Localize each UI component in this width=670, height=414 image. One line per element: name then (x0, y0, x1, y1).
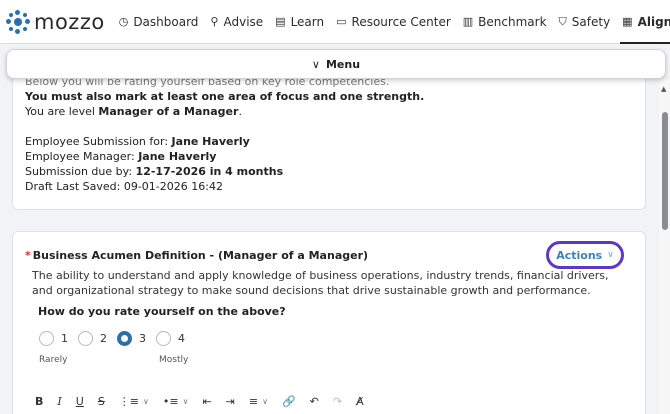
manager-label: Employee Manager: (25, 150, 139, 163)
level-text: You are level Manager of a Manager. (25, 104, 633, 119)
align-icon: ≡ (248, 394, 259, 408)
competency-question-card: * Business Acumen Definition - (Manager o… (12, 231, 646, 414)
nav-item-align[interactable]: ▦ Align (616, 0, 670, 44)
question-title-text: Business Acumen Definition - (Manager of… (32, 249, 369, 262)
actions-button[interactable]: Actions ∨ (546, 241, 624, 269)
question-title: * Business Acumen Definition - (Manager o… (25, 249, 368, 262)
nav-item-label: Advise (223, 14, 264, 29)
radio-circle-selected[interactable] (117, 331, 132, 346)
rating-option-4[interactable]: 4 (156, 331, 185, 346)
scrollbar-thumb[interactable] (662, 112, 668, 230)
nav-item-label: Resource Center (351, 14, 451, 29)
nav-item-dashboard[interactable]: ◷ Dashboard (113, 0, 205, 44)
logo-mark-icon (6, 9, 30, 34)
nav-item-advise[interactable]: ⚲ Advise (204, 0, 269, 44)
nav-item-label: Align (637, 14, 670, 29)
rating-prompt: How do you rate yourself on the above? (38, 305, 286, 318)
bullet-list-button[interactable]: •≡ ∨ (163, 395, 189, 408)
top-navigation: mozzo ◷ Dashboard ⚲ Advise ▤ Learn ▭ Res… (0, 0, 670, 44)
level-value: Manager of a Manager (98, 105, 239, 118)
employee-manager: Employee Manager: Jane Haverly (25, 149, 633, 164)
chevron-down-icon: ∨ (607, 250, 614, 260)
rating-option-label: 4 (178, 332, 185, 345)
submission-info-card: Below you will be rating yourself based … (12, 62, 646, 210)
submission-for: Employee Submission for: Jane Haverly (25, 134, 633, 149)
mozzo-logo[interactable]: mozzo (6, 9, 105, 34)
nav-item-label: Learn (290, 14, 325, 29)
draft-saved-text: Draft Last Saved: 09-01-2026 16:42 (25, 180, 223, 193)
required-marker: * (25, 249, 31, 262)
menu-toggle-button[interactable]: ∨ Menu (6, 49, 666, 79)
nav-item-benchmark[interactable]: ▥ Benchmark (457, 0, 553, 44)
learn-icon: ▤ (275, 15, 286, 28)
level-suffix: . (238, 105, 242, 118)
safety-icon: ⛉ (558, 14, 567, 28)
manager-value: Jane Haverly (138, 150, 217, 163)
scale-high-label: Mostly (159, 355, 189, 365)
due-label: Submission due by: (25, 165, 136, 178)
radio-circle[interactable] (156, 331, 171, 346)
numbered-list-button[interactable]: ⋮≡ ∨ (119, 395, 149, 408)
requirement-text: You must also mark at least one area of … (25, 90, 425, 103)
brand-name: mozzo (34, 9, 105, 34)
radio-circle[interactable] (39, 331, 54, 346)
nav-item-label: Benchmark (478, 14, 547, 29)
undo-button[interactable]: ↶ (310, 395, 319, 408)
actions-label: Actions (556, 248, 603, 262)
radio-circle[interactable] (78, 331, 93, 346)
nav-items: ◷ Dashboard ⚲ Advise ▤ Learn ▭ Resource … (113, 0, 670, 44)
due-value: 12-17-2026 in 4 months (135, 165, 284, 178)
align-button[interactable]: ≡ ∨ (249, 395, 268, 408)
nav-item-learn[interactable]: ▤ Learn (269, 0, 330, 44)
advise-icon: ⚲ (210, 15, 219, 28)
dashboard-icon: ◷ (118, 15, 129, 28)
chevron-down-icon: ∨ (311, 57, 320, 71)
editor-toolbar: B I U S ⋮≡ ∨ •≡ ∨ ⇤ ⇥ ≡ ∨ 🔗 ↶ ↷ A̸ (35, 393, 378, 409)
italic-button[interactable]: I (57, 395, 61, 408)
rating-option-label: 2 (100, 332, 107, 345)
nav-item-resource-center[interactable]: ▭ Resource Center (330, 0, 457, 44)
chevron-down-icon: ∨ (262, 396, 268, 406)
strikethrough-button[interactable]: S (98, 395, 105, 408)
rating-option-3[interactable]: 3 (117, 331, 146, 346)
submission-for-value: Jane Haverly (171, 135, 250, 148)
scroll-up-icon[interactable]: ▲ (661, 85, 666, 93)
nav-item-safety[interactable]: ⛉ Safety (553, 0, 617, 44)
level-label: You are level (25, 105, 99, 118)
nav-item-label: Safety (571, 14, 611, 29)
menu-label: Menu (325, 57, 361, 71)
underline-button[interactable]: U (76, 395, 84, 408)
clear-format-button[interactable]: A̸ (356, 395, 364, 408)
benchmark-icon: ▥ (462, 15, 474, 28)
redo-button[interactable]: ↷ (333, 395, 342, 408)
rating-option-label: 3 (139, 332, 146, 345)
numbered-list-icon: ⋮≡ (118, 394, 140, 408)
rating-option-1[interactable]: 1 (39, 331, 68, 346)
rating-radio-group: 1 2 3 4 (39, 331, 195, 346)
submission-for-label: Employee Submission for: (25, 135, 172, 148)
indent-button[interactable]: ⇥ (226, 395, 235, 408)
rating-option-label: 1 (61, 332, 68, 345)
bullet-list-icon: •≡ (162, 394, 179, 408)
align-icon: ▦ (622, 15, 633, 28)
link-button[interactable]: 🔗 (282, 395, 296, 408)
resource-center-icon: ▭ (336, 15, 347, 28)
submission-due: Submission due by: 12-17-2026 in 4 month… (25, 164, 633, 179)
question-description: The ability to understand and apply know… (32, 269, 609, 297)
outdent-button[interactable]: ⇤ (202, 395, 211, 408)
nav-item-label: Dashboard (133, 14, 199, 29)
rating-option-2[interactable]: 2 (78, 331, 107, 346)
chevron-down-icon: ∨ (182, 396, 189, 406)
scale-low-label: Rarely (39, 355, 68, 365)
bold-button[interactable]: B (35, 395, 43, 408)
chevron-down-icon: ∨ (143, 396, 149, 406)
